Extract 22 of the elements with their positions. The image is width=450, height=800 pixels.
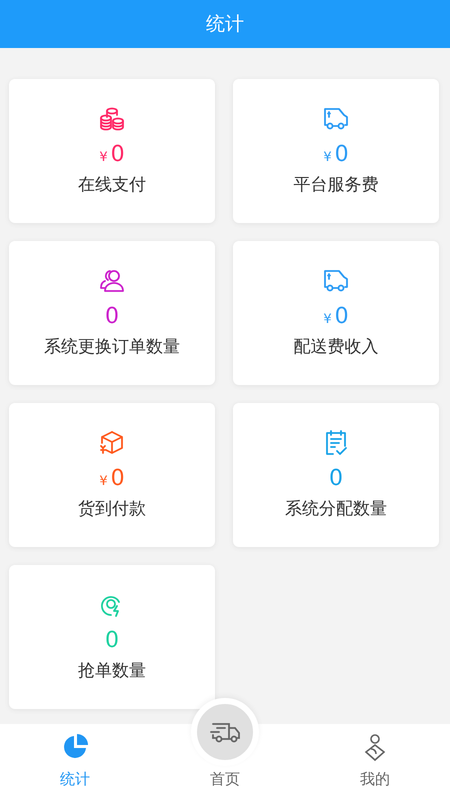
stat-label: 在线支付 (78, 174, 146, 196)
stat-value: 0 (110, 466, 125, 491)
currency-sign: ¥ (323, 312, 332, 327)
nav-tab[interactable]: 我的 (300, 724, 450, 789)
stat-label: 平台服务费 (294, 174, 378, 196)
stat-label: 配送费收入 (294, 336, 378, 358)
stat-value: 0 (334, 304, 349, 329)
stat-value: 0 (329, 466, 343, 491)
stat-value: 0 (110, 142, 125, 167)
nav-tab[interactable]: 首页 (150, 698, 300, 789)
stat-value: 0 (105, 304, 119, 329)
currency-sign: ¥ (99, 474, 108, 489)
stat-value: 0 (334, 142, 349, 167)
page-title: 统计 (206, 12, 244, 37)
nav-tab[interactable]: 统计 (0, 724, 150, 789)
stat-value: 0 (105, 628, 119, 653)
stat-label: 货到付款 (78, 498, 146, 520)
currency-sign: ¥ (323, 150, 332, 165)
stat-label: 抢单数量 (78, 660, 146, 682)
currency-sign: ¥ (99, 150, 108, 165)
stat-label: 系统分配数量 (285, 498, 387, 520)
stat-label: 系统更换订单数量 (44, 336, 180, 358)
